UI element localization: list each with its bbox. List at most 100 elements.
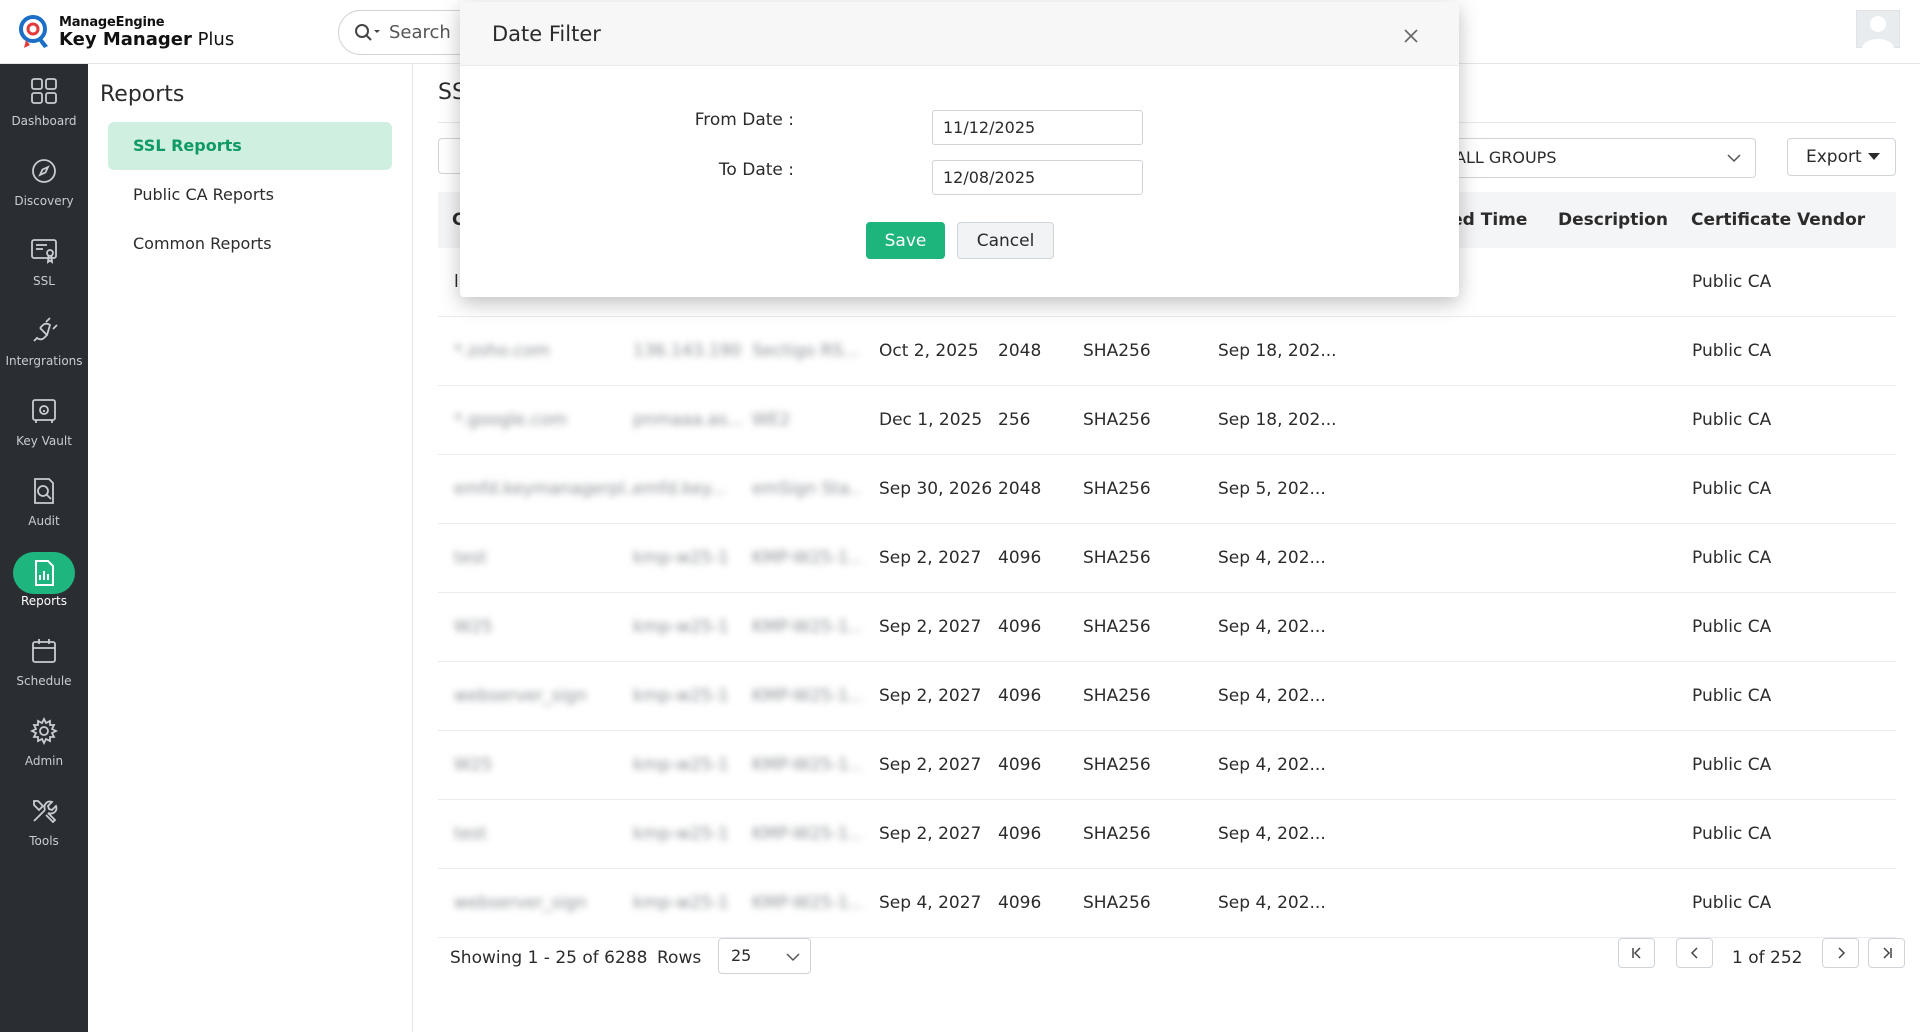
table-row[interactable]: emfd.keymanagerpl... emfd.key... emSign St… [438,455,1896,524]
table-row[interactable]: test kmp-w25-1 KMP-W25-1... Sep 2, 2027 4096… [438,524,1896,593]
nav-item-integrations[interactable]: Intergrations [0,304,88,384]
table-row[interactable]: webserver_sign kmp-w25-1 KMP-W25-1... Sep 2… [438,662,1896,731]
nav-label: Intergrations [5,354,83,368]
nav-item-key-vault[interactable]: Key Vault [0,384,88,464]
group-select-value: ALL GROUPS [1455,148,1557,167]
nav-item-tools[interactable]: Tools [0,784,88,864]
nav-item-schedule[interactable]: Schedule [0,624,88,704]
cell-dns-name: kmp-w25-1 [633,617,729,637]
cell-dns-name: kmp-w25-1 [633,686,729,706]
rows-per-page-select[interactable]: 25 [718,938,811,974]
brand-logo-area[interactable]: ManageEngine Key Manager Plus [18,12,234,52]
cell-common-name: W25 [454,617,493,637]
cell-expiry-date: Sep 2, 2027 [879,617,982,637]
cell-certificate-vendor: Public CA [1692,893,1772,913]
next-page-button[interactable] [1822,938,1859,968]
cell-created-time: Sep 4, 202... [1218,824,1326,844]
cell-signature-algorithm: SHA256 [1083,686,1151,706]
cell-signature-algorithm: SHA256 [1083,893,1151,913]
cell-issuer: Sectigo RS... [752,341,860,361]
brand-product: Key Manager Plus [59,28,235,50]
export-button[interactable]: Export [1787,138,1896,176]
cell-key-size: 256 [998,410,1031,430]
table-row[interactable]: *.zoho.com 136.143.190... Sectigo RS... Oct… [438,317,1896,386]
save-button[interactable]: Save [866,222,945,259]
cell-signature-algorithm: SHA256 [1083,548,1151,568]
cell-certificate-vendor: Public CA [1692,272,1772,292]
cell-certificate-vendor: Public CA [1692,410,1772,430]
nav-label: Discovery [14,194,74,208]
main-navigation: Dashboard Discovery SSL Intergrations Ke… [0,64,88,1032]
last-page-button[interactable] [1868,938,1905,968]
first-page-button[interactable] [1618,938,1655,968]
cell-certificate-vendor: Public CA [1692,479,1772,499]
subnav-title: Reports [100,82,185,107]
cell-description [1558,386,1678,454]
cell-description [1558,662,1678,730]
search-icon [355,23,380,41]
cell-issuer: KMP-W25-1... [752,893,862,913]
key-manager-logo-icon [19,15,48,48]
cell-created-time: Sep 4, 202... [1218,686,1326,706]
rows-per-page-value: 25 [731,946,752,965]
nav-label: Dashboard [11,114,77,128]
nav-item-ssl[interactable]: SSL [0,224,88,304]
brand-vendor: ManageEngine [59,14,165,30]
showing-count: Showing 1 - 25 of 6288 [450,948,648,968]
chevron-down-icon [786,953,800,962]
nav-label: Tools [29,834,59,848]
first-page-icon [1631,947,1641,959]
table-row[interactable]: *.google.com pnmaaa.as... WE2 Dec 1, 2025 25… [438,386,1896,455]
subnav-item-public-ca-reports[interactable]: Public CA Reports [108,171,392,219]
close-icon[interactable] [1403,28,1419,44]
group-select[interactable]: ALL GROUPS [1434,138,1756,178]
reports-subnav: Reports SSL Reports Public CA Reports Co… [88,64,413,1032]
table-row[interactable]: W25 kmp-w25-1 KMP-W25-1... Sep 2, 2027 4096 S… [438,731,1896,800]
cell-expiry-date: Dec 1, 2025 [879,410,983,430]
previous-page-button[interactable] [1676,938,1713,968]
subnav-item-common-reports[interactable]: Common Reports [108,220,392,268]
cell-expiry-date: Sep 2, 2027 [879,824,982,844]
nav-label: Admin [24,754,64,768]
vault-icon [32,399,56,423]
cell-issuer: KMP-W25-1... [752,755,862,775]
nav-item-dashboard[interactable]: Dashboard [0,64,88,144]
cell-key-size: 4096 [998,893,1042,913]
subnav-item-ssl-reports[interactable]: SSL Reports [108,122,392,170]
nav-item-reports[interactable]: Reports [0,544,88,624]
to-date-input[interactable] [932,160,1143,195]
nav-item-audit[interactable]: Audit [0,464,88,544]
table-row[interactable]: W25 kmp-w25-1 KMP-W25-1... Sep 2, 2027 4096 S… [438,593,1896,662]
cell-expiry-date: Sep 2, 2027 [879,548,982,568]
nav-item-admin[interactable]: Admin [0,704,88,784]
cell-expiry-date: Sep 4, 2027 [879,893,982,913]
user-avatar-icon[interactable] [1856,10,1900,48]
chevron-down-icon [1727,154,1741,163]
table-header-cell[interactable]: Description [1558,192,1668,248]
cell-description [1558,731,1678,799]
audit-icon [34,478,54,504]
cell-issuer: emSign Sta... [752,479,862,499]
date-filter-dialog: Date Filter From Date : To Date : Save C… [460,2,1459,297]
last-page-icon [1882,947,1892,959]
nav-label: SSL [33,274,55,288]
table-header-cell[interactable]: Certificate Vendor [1691,192,1865,248]
reports-icon [35,560,54,586]
table-row[interactable]: webserver_sign kmp-w25-1 KMP-W25-1... Sep 4… [438,869,1896,938]
cell-key-size: 4096 [998,755,1042,775]
cancel-button[interactable]: Cancel [957,222,1054,259]
table-row[interactable]: test kmp-w25-1 KMP-W25-1... Sep 2, 2027 4096… [438,800,1896,869]
from-date-input[interactable] [932,110,1143,145]
nav-item-discovery[interactable]: Discovery [0,144,88,224]
cell-signature-algorithm: SHA256 [1083,410,1151,430]
cell-issuer: KMP-W25-1... [752,686,862,706]
calendar-icon [32,639,56,663]
cell-dns-name: kmp-w25-1 [633,824,729,844]
cell-common-name: *.google.com [454,410,568,430]
cell-issuer: WE2 [752,410,791,430]
cell-key-size: 4096 [998,824,1042,844]
nav-label: Audit [28,514,60,528]
cell-signature-algorithm: SHA256 [1083,341,1151,361]
cell-signature-algorithm: SHA256 [1083,617,1151,637]
cell-certificate-vendor: Public CA [1692,686,1772,706]
